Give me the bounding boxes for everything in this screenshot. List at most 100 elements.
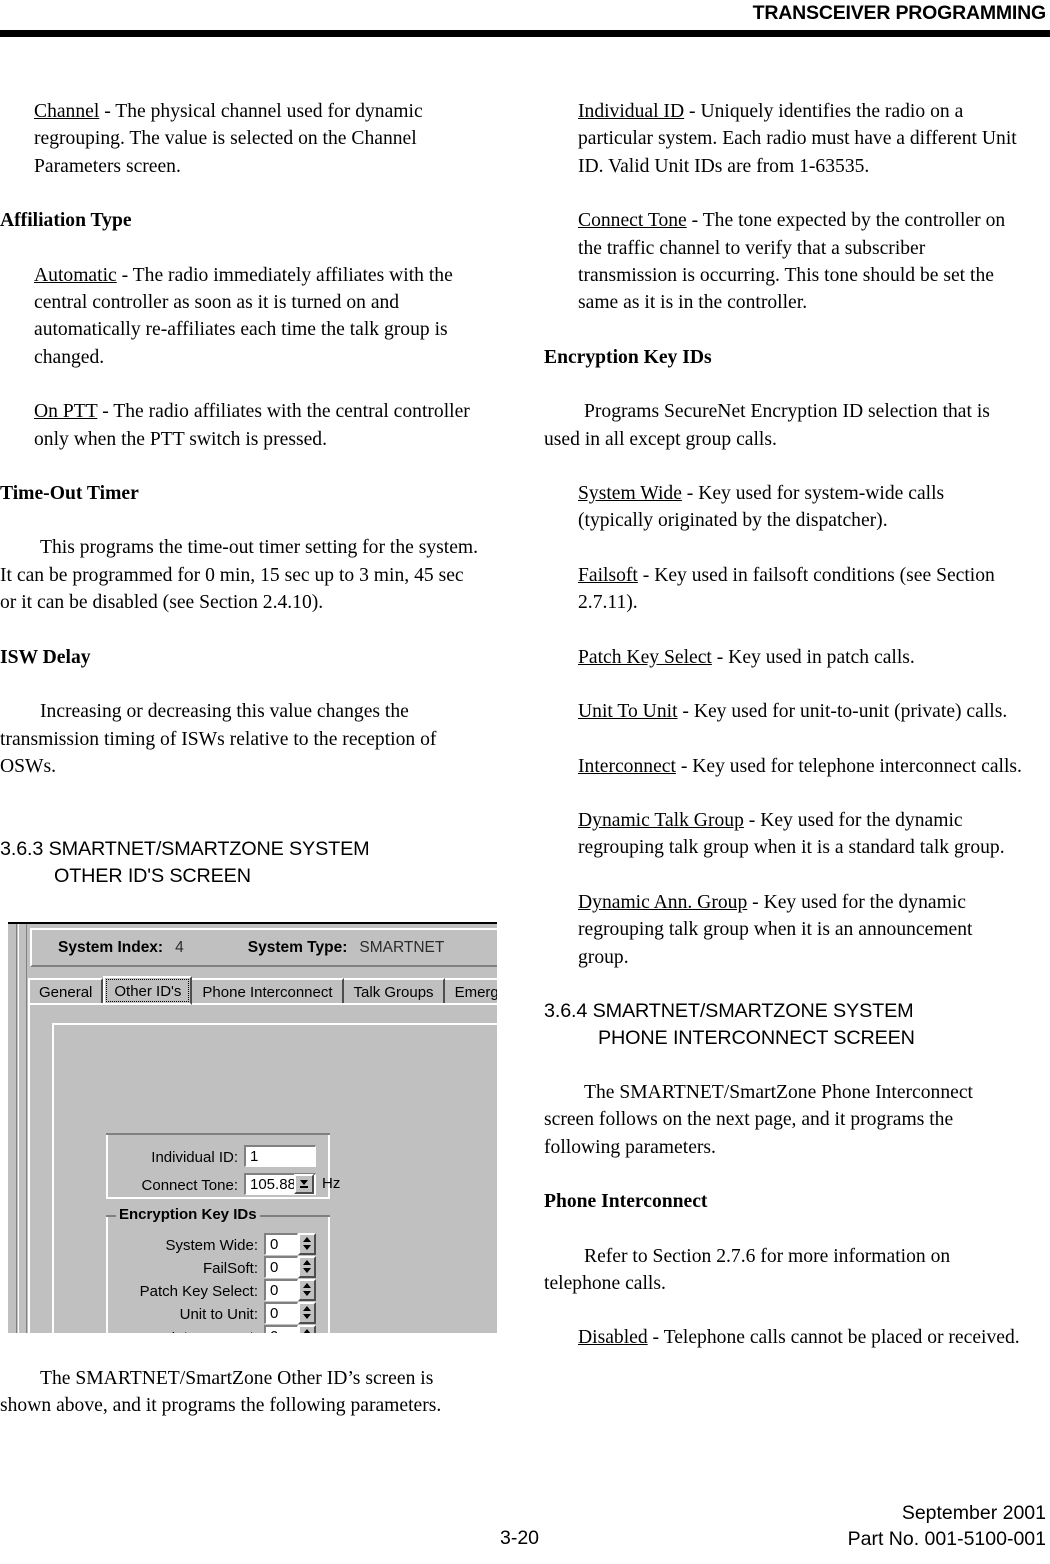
page-header: TRANSCEIVER PROGRAMMING	[0, 0, 1050, 37]
paragraph-patch-key-select: Patch Key Select - Key used in patch cal…	[578, 644, 1024, 671]
tab-page-inner-panel: Individual ID: 1 Connect Tone: 105.88 Hz…	[52, 1023, 497, 1333]
footer-part-number: Part No. 001-5100-001	[847, 1528, 1046, 1550]
section-heading-3-6-3: 3.6.3 SMARTNET/SMARTZONE SYSTEM OTHER ID…	[0, 836, 480, 890]
connect-tone-dropdown-arrow-icon[interactable]	[294, 1174, 314, 1194]
tab-talk-groups[interactable]: Talk Groups	[343, 978, 445, 1004]
term-on-ptt: On PTT	[34, 401, 98, 423]
enc-label-unit-to-unit: Unit to Unit:	[179, 1306, 258, 1323]
tab-page-other-ids: Individual ID: 1 Connect Tone: 105.88 Hz…	[28, 1003, 497, 1333]
term-failsoft-body: - Key used in failsoft conditions (see S…	[578, 564, 995, 614]
spin-down-icon	[303, 1314, 311, 1319]
page-header-title: TRANSCEIVER PROGRAMMING	[752, 2, 1047, 24]
term-channel: Channel	[34, 101, 100, 122]
tab-general[interactable]: General	[28, 978, 104, 1004]
enc-input-system-wide[interactable]: 0	[264, 1233, 298, 1255]
term-unit-to-unit: Unit To Unit	[578, 701, 678, 723]
individual-id-label: Individual ID:	[151, 1149, 238, 1166]
individual-id-input[interactable]: 1	[244, 1145, 316, 1167]
footer-date: September 2001	[901, 1502, 1046, 1524]
system-index-value: 4	[175, 939, 184, 956]
enc-label-system-wide: System Wide:	[165, 1237, 258, 1254]
paragraph-system-wide: System Wide - Key used for system-wide c…	[578, 480, 1024, 535]
spin-up-icon	[303, 1283, 311, 1288]
enc-spinner-system-wide[interactable]	[298, 1233, 316, 1255]
tab-phone-interconnect[interactable]: Phone Interconnect	[192, 978, 344, 1004]
heading-phone-interconnect: Phone Interconnect	[544, 1191, 708, 1213]
system-type-label: System Type:	[247, 939, 348, 956]
enc-spinner-interconnect[interactable]	[298, 1325, 316, 1333]
term-dynamic-talk-group: Dynamic Talk Group	[578, 809, 744, 831]
enc-input-unit-to-unit[interactable]: 0	[264, 1302, 298, 1324]
term-unit-to-unit-body: - Key used for unit-to-unit (private) ca…	[677, 701, 1008, 723]
header-divider-rule	[0, 30, 1050, 37]
tab-emergency-settings[interactable]: Emergency Settings	[444, 978, 497, 1004]
tab-other-ids[interactable]: Other ID's	[103, 976, 193, 1005]
paragraph-automatic: Automatic - The radio immediately affili…	[34, 262, 480, 372]
enc-input-interconnect[interactable]: 0	[264, 1325, 298, 1333]
term-connect-tone: Connect Tone	[578, 210, 687, 232]
chevron-down-icon	[300, 1180, 308, 1185]
paragraph-individual-id: Individual ID - Uniquely identifies the …	[578, 98, 1024, 180]
term-interconnect: Interconnect	[578, 755, 676, 777]
paragraph-dynamic-ann-group: Dynamic Ann. Group - Key used for the dy…	[578, 889, 1024, 971]
enc-input-failsoft[interactable]: 0	[264, 1256, 298, 1278]
enc-spinner-unit-to-unit[interactable]	[298, 1302, 316, 1324]
spin-up-icon	[303, 1260, 311, 1265]
paragraph-section-3-6-4: The SMARTNET/SmartZone Phone Interconnec…	[544, 1081, 973, 1158]
paragraph-connect-tone: Connect Tone - The tone expected by the …	[578, 207, 1024, 317]
term-patch-key-select: Patch Key Select	[578, 646, 712, 668]
term-failsoft: Failsoft	[578, 564, 638, 586]
heading-encryption-key-ids: Encryption Key IDs	[544, 346, 712, 368]
spin-up-icon	[303, 1237, 311, 1242]
enc-spinner-patch-key-select[interactable]	[298, 1279, 316, 1301]
heading-time-out-timer: Time-Out Timer	[0, 483, 139, 505]
section-heading-3-6-4-line1: 3.6.4 SMARTNET/SMARTZONE SYSTEM	[544, 999, 914, 1022]
page-number: 3-20	[500, 1527, 540, 1549]
term-automatic: Automatic	[34, 264, 117, 286]
term-disabled: Disabled	[578, 1327, 648, 1349]
enc-label-patch-key-select: Patch Key Select:	[139, 1283, 258, 1300]
encryption-key-ids-group-title: Encryption Key IDs	[116, 1206, 260, 1223]
right-column: Individual ID - Uniquely identifies the …	[544, 98, 1024, 1352]
system-index-label: System Index:	[58, 939, 164, 956]
window-left-border-inner	[18, 924, 27, 1333]
paragraph-disabled: Disabled - Telephone calls cannot be pla…	[578, 1324, 1024, 1351]
left-column: Channel - The physical channel used for …	[0, 98, 480, 890]
paragraph-encryption-intro: Programs SecureNet Encryption ID selecti…	[544, 401, 990, 450]
enc-label-interconnect: Interconnect:	[171, 1329, 258, 1333]
page-footer: 3-20 September 2001 Part No. 001-5100-00…	[0, 1490, 1050, 1554]
spin-down-icon	[303, 1291, 311, 1296]
enc-input-patch-key-select[interactable]: 0	[264, 1279, 298, 1301]
term-patch-key-select-body: - Key used in patch calls.	[711, 646, 915, 668]
term-dynamic-ann-group: Dynamic Ann. Group	[578, 891, 748, 913]
section-heading-3-6-3-line1: 3.6.3 SMARTNET/SMARTZONE SYSTEM	[0, 838, 370, 861]
figure-caption: The SMARTNET/SmartZone Other ID’s screen…	[0, 1368, 442, 1417]
paragraph-isw-delay: Increasing or decreasing this value chan…	[0, 701, 437, 777]
figure-other-ids-screen: System Index: 4 System Type: SMARTNET Gener…	[8, 922, 497, 1333]
system-info-bar: System Index: 4 System Type: SMARTNET	[30, 928, 497, 967]
section-heading-3-6-4-line2: PHONE INTERCONNECT SCREEN	[598, 1026, 915, 1049]
spin-down-icon	[303, 1245, 311, 1250]
term-individual-id: Individual ID	[578, 101, 685, 122]
identification-groupbox: Individual ID: 1 Connect Tone: 105.88 Hz	[106, 1133, 340, 1199]
encryption-key-ids-groupbox: Encryption Key IDs System Wide: 0 FailSo…	[106, 1206, 330, 1333]
paragraph-interconnect: Interconnect - Key used for telephone in…	[578, 753, 1024, 780]
enc-label-failsoft: FailSoft:	[202, 1260, 258, 1277]
spin-up-icon	[303, 1329, 311, 1333]
paragraph-time-out-timer: This programs the time-out timer setting…	[0, 537, 479, 614]
connect-tone-unit-label: Hz	[322, 1175, 341, 1192]
connect-tone-label: Connect Tone:	[141, 1177, 238, 1194]
term-on-ptt-body: - The radio affiliates with the central …	[34, 401, 470, 450]
paragraph-on-ptt: On PTT - The radio affiliates with the c…	[34, 398, 480, 453]
term-interconnect-body: - Key used for telephone interconnect ca…	[675, 755, 1022, 777]
system-type-value: SMARTNET	[359, 939, 445, 956]
term-system-wide: System Wide	[578, 483, 682, 505]
spin-up-icon	[303, 1306, 311, 1311]
paragraph-phone-interconnect: Refer to Section 2.7.6 for more informat…	[544, 1245, 951, 1294]
window-left-border-outer	[8, 924, 17, 1333]
paragraph-dynamic-talk-group: Dynamic Talk Group - Key used for the dy…	[578, 807, 1024, 862]
spin-down-icon	[303, 1268, 311, 1273]
term-disabled-body: - Telephone calls cannot be placed or re…	[647, 1327, 1020, 1349]
heading-affiliation-type: Affiliation Type	[0, 210, 132, 232]
enc-spinner-failsoft[interactable]	[298, 1256, 316, 1278]
